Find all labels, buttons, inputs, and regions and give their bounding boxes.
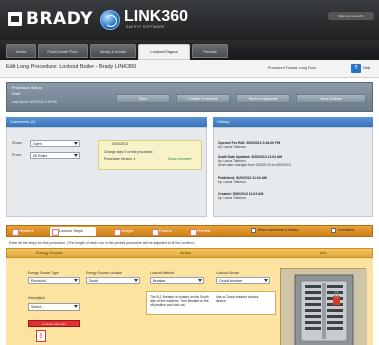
warning-icon: ! bbox=[36, 330, 46, 342]
chevron-down-icon bbox=[74, 279, 78, 282]
formatted-checkbox[interactable] bbox=[331, 228, 336, 233]
nav-tab-setup-admin[interactable]: Setup & Admin bbox=[90, 44, 136, 58]
publish-procedure-button[interactable]: Publish Procedure bbox=[176, 94, 230, 103]
page-title: Edit Long Procedure: Lockout Boiler - Br… bbox=[6, 64, 137, 70]
from-filter-select[interactable]: All Roles bbox=[30, 152, 80, 159]
help-link[interactable]: Help bbox=[363, 66, 370, 70]
lockout-device-label: Lockout Device bbox=[216, 271, 240, 275]
energy-source-type-label: Energy Source Type bbox=[28, 271, 59, 275]
comment-date: 5/20/2013 bbox=[112, 142, 128, 146]
brand-text: BRADY bbox=[26, 9, 93, 29]
energy-source-type-value: Electrical bbox=[31, 279, 46, 283]
nav-tab-home[interactable]: Home bbox=[6, 44, 36, 58]
formatted-label: Formatted bbox=[338, 228, 354, 232]
description-value: Select... bbox=[31, 305, 44, 309]
history-entry: Published: 5/20/2013 11:04 AM by: Laura T… bbox=[218, 176, 267, 184]
energy-source-type-select[interactable]: Electrical bbox=[28, 277, 80, 284]
help-icon[interactable]: ? bbox=[351, 64, 361, 73]
lockout-device-select[interactable]: Circuit breaker bbox=[216, 277, 270, 284]
procedure-format-label: Procedure Format: Long Form bbox=[268, 66, 317, 70]
breaker-panel-image bbox=[281, 269, 367, 345]
draft-status: Draft bbox=[12, 92, 20, 96]
enter-own-description-button[interactable]: or enter your own bbox=[28, 320, 80, 327]
comment-text: Change step 3 on the procedure. bbox=[104, 150, 154, 154]
tab-footers[interactable]: Footers bbox=[150, 227, 182, 236]
show-label: Show: bbox=[12, 141, 23, 145]
tab-headers[interactable]: Headers bbox=[10, 227, 44, 236]
chevron-down-icon bbox=[74, 305, 78, 308]
last-saved-text: Last Saved: 5/20/2013 3:16 PM bbox=[12, 100, 57, 104]
main-nav: Home Find/Create Proc. Setup & Admin Loc… bbox=[0, 40, 379, 60]
nav-tab-permits[interactable]: Permits bbox=[192, 44, 228, 58]
route-to-approval-button[interactable]: Route to Approval bbox=[236, 94, 290, 103]
save-button[interactable]: Save bbox=[116, 94, 170, 103]
energy-source-location-select[interactable]: South bbox=[86, 277, 140, 284]
chevron-down-icon bbox=[134, 279, 138, 282]
breaker-panel-photo[interactable] bbox=[280, 268, 367, 345]
history-entry: Audit Date Updated: 5/20/2013 11:04 AM by… bbox=[218, 155, 291, 167]
lockout-device-value: Circuit breaker bbox=[219, 279, 243, 283]
show-comments-label: Show comments & history bbox=[258, 228, 299, 232]
link360-logo: LINK360 SAFETY SOFTWARE bbox=[100, 8, 210, 34]
globe-icon bbox=[100, 10, 120, 30]
history-panel-header[interactable]: History bbox=[213, 117, 373, 127]
tab-preview[interactable]: Preview bbox=[188, 227, 222, 236]
col-energy-source: Energy Source bbox=[36, 250, 63, 255]
chevron-down-icon bbox=[74, 154, 78, 157]
show-comment-link[interactable]: Show comment bbox=[168, 157, 191, 161]
from-filter-value: All Roles bbox=[33, 154, 48, 158]
procedure-status-title: Procedure Status: bbox=[12, 86, 43, 90]
comments-panel-header[interactable]: Comments (1) bbox=[6, 117, 207, 127]
comment-version: Procedure Version: 1 bbox=[104, 157, 136, 161]
lockout-method-select[interactable]: Breaker bbox=[150, 277, 204, 284]
user-menu[interactable]: Welcome Laura W. bbox=[328, 12, 374, 20]
app-name: LINK360 bbox=[124, 8, 189, 25]
chevron-down-icon bbox=[198, 279, 202, 282]
history-entry: Opened For Edit: 5/20/2013 3:44:00 PM by:… bbox=[218, 141, 281, 149]
more-actions-button[interactable]: More Actions bbox=[296, 94, 366, 103]
description-select[interactable]: Select... bbox=[28, 303, 80, 311]
step-instruction-text: The B-1 Breaker is located on the South … bbox=[150, 295, 209, 307]
nav-tab-find-create[interactable]: Find/Create Proc. bbox=[38, 44, 88, 58]
energy-source-location-value: South bbox=[89, 279, 99, 283]
lockout-method-value: Breaker bbox=[153, 279, 166, 283]
tab-lockout-steps[interactable]: Lockout Steps bbox=[50, 227, 96, 236]
instructions-text: Enter all the steps for this procedure. … bbox=[6, 238, 373, 248]
lockout-method-label: Lockout Method bbox=[150, 271, 175, 275]
lockout-device-instruction: Use a Circuit breaker lockout device. bbox=[216, 295, 259, 303]
chevron-down-icon bbox=[74, 142, 78, 145]
show-comments-checkbox[interactable] bbox=[251, 228, 256, 233]
nav-tab-lockout-tagout[interactable]: Lockout/Tagout bbox=[138, 44, 190, 60]
history-entry: Created: 5/20/2013 11:04 AM by: Laura Tol… bbox=[218, 192, 264, 200]
energy-source-location-label: Energy Source Location bbox=[86, 271, 123, 275]
brady-logo: BRADY bbox=[8, 8, 92, 30]
show-filter-value: Open bbox=[33, 142, 42, 146]
show-filter-select[interactable]: Open bbox=[30, 140, 80, 147]
app-subtitle: SAFETY SOFTWARE bbox=[126, 25, 165, 29]
col-action: Action bbox=[180, 250, 192, 255]
col-info: Info bbox=[320, 250, 327, 255]
from-label: From: bbox=[12, 153, 22, 157]
description-label: Description bbox=[28, 296, 45, 300]
tab-images[interactable]: Images bbox=[112, 227, 144, 236]
chevron-down-icon bbox=[264, 279, 268, 282]
